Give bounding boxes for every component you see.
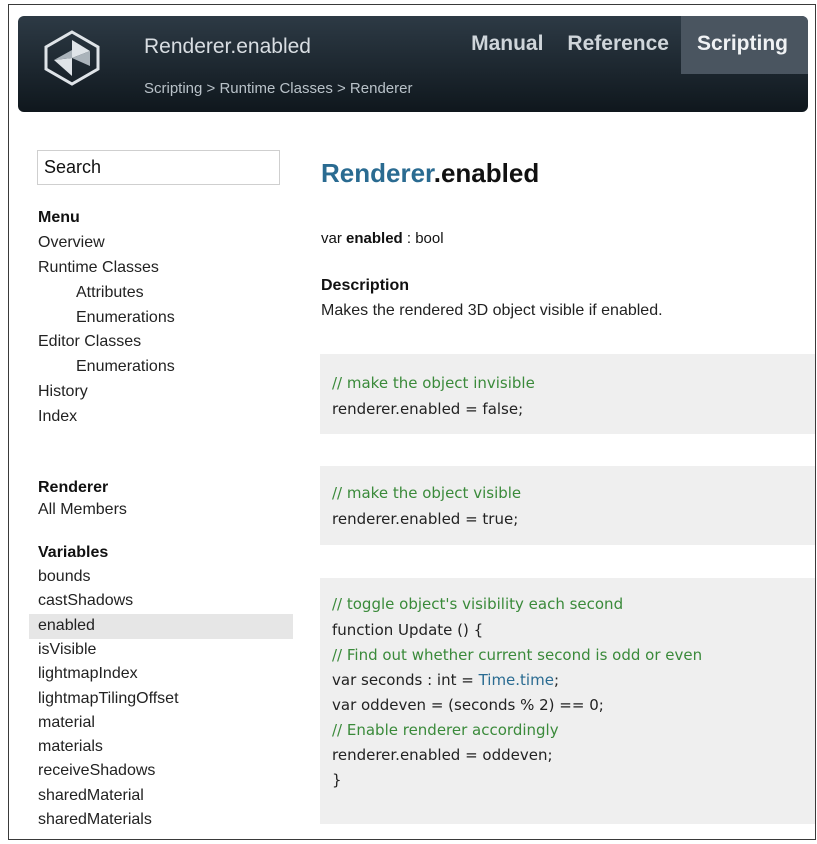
code-comment-line: // toggle object's visibility each secon… [332,595,624,613]
tab-reference[interactable]: Reference [555,16,681,74]
code-line: var oddeven = (seconds % 2) == 0; [332,696,604,714]
sidebar-variable-lightmapTilingOffset[interactable]: lightmapTilingOffset [38,690,179,708]
breadcrumb[interactable]: Scripting > Runtime Classes > Renderer [144,80,412,97]
sidebar-variable-sharedMaterial[interactable]: sharedMaterial [38,787,144,805]
sidebar-variable-sharedMaterials[interactable]: sharedMaterials [38,811,152,829]
code-line: renderer.enabled = oddeven; [332,746,553,764]
sidebar-variable-isVisible[interactable]: isVisible [38,641,96,659]
code-comment-line: // Enable renderer accordingly [332,721,559,739]
code-reference-link[interactable]: Time.time [479,671,554,689]
class-heading: Renderer [38,479,109,496]
header-title: Renderer.enabled [144,35,311,58]
sidebar-menu-item[interactable]: Editor Classes [38,333,141,351]
search-input[interactable] [37,150,280,185]
code-text: ; [553,671,560,689]
variables-heading: Variables [38,544,109,561]
signature-name: enabled [346,230,403,247]
code-comment-line: // make the object visible [332,484,522,502]
header-nav: Manual Reference Scripting [459,16,808,74]
signature-keyword: var [321,230,347,247]
menu-heading: Menu [38,209,80,226]
sidebar-variable-materials[interactable]: materials [38,738,103,756]
code-line: function Update () { [332,621,484,639]
sidebar-menu-item[interactable]: Enumerations [76,309,175,327]
signature-type: : bool [402,230,444,247]
sidebar-menu-item[interactable]: History [38,383,88,401]
tab-scripting[interactable]: Scripting [680,16,808,74]
code-line: renderer.enabled = false; [332,400,524,418]
unity-logo-icon[interactable] [44,30,100,86]
sidebar-variable-castShadows[interactable]: castShadows [38,592,133,610]
sidebar-menu-item[interactable]: Overview [38,234,105,252]
description-heading: Description [321,277,410,294]
sidebar-menu-item[interactable]: Index [38,408,77,426]
code-line: var seconds : int = Time.time; [332,671,559,689]
tab-manual[interactable]: Manual [459,16,555,74]
code-line: } [332,771,342,789]
sidebar-variable-receiveShadows[interactable]: receiveShadows [38,762,155,780]
code-comment-line: // Find out whether current second is od… [332,646,703,664]
page-title: Renderer.enabled [321,158,539,189]
sidebar-variable-material[interactable]: material [38,714,95,732]
code-line: renderer.enabled = true; [332,510,519,528]
description-text: Makes the rendered 3D object visible if … [321,302,663,319]
page-title-class[interactable]: Renderer [321,158,434,188]
header-bar: Renderer.enabled Scripting > Runtime Cla… [18,16,808,112]
signature: var enabled : bool [321,230,444,247]
sidebar-variable-enabled[interactable]: enabled [38,617,95,635]
sidebar-menu-item[interactable]: Runtime Classes [38,259,159,277]
sidebar-menu-item[interactable]: Attributes [76,284,144,302]
page-frame: Renderer.enabled Scripting > Runtime Cla… [8,4,816,840]
code-block: // toggle object's visibility each secon… [320,578,815,824]
code-text: var seconds : int = [332,671,479,689]
code-block: // make the object visible renderer.enabl… [320,466,815,545]
all-members-link[interactable]: All Members [38,501,127,519]
code-block: // make the object invisible renderer.ena… [320,354,815,434]
page-title-member: .enabled [433,158,540,188]
sidebar-variable-bounds[interactable]: bounds [38,568,91,586]
sidebar-menu-item[interactable]: Enumerations [76,358,175,376]
sidebar-variable-lightmapIndex[interactable]: lightmapIndex [38,665,138,683]
code-comment-line: // make the object invisible [332,374,535,392]
